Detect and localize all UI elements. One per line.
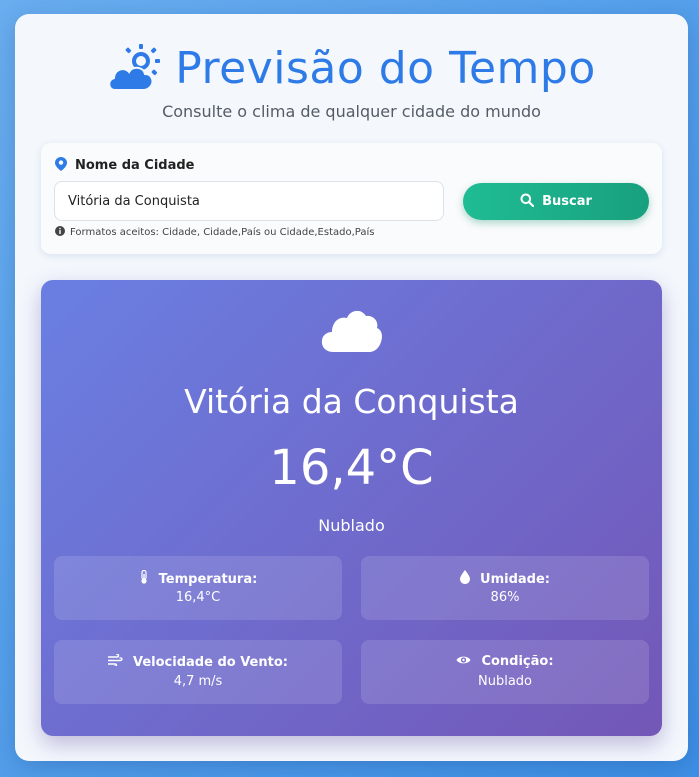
- detail-temperature-head: Temperatura:: [54, 569, 342, 588]
- detail-wind-value: 4,7 m/s: [173, 674, 223, 689]
- format-hint-text: Formatos aceitos: Cidade, Cidade,País ou…: [70, 227, 375, 238]
- city-label-row: Nome da Cidade: [55, 156, 195, 175]
- detail-wind-label: Velocidade do Vento:: [133, 654, 288, 670]
- page-header: Previsão do Tempo Consulte o clima de qu…: [15, 42, 688, 121]
- title-row: Previsão do Tempo: [15, 42, 688, 94]
- current-temperature: 16,4°C: [269, 440, 434, 496]
- detail-condition: Condição: Nublado: [361, 640, 649, 704]
- city-label: Nome da Cidade: [75, 158, 195, 173]
- weather-condition: Nublado: [318, 516, 385, 535]
- search-button[interactable]: Buscar: [463, 183, 649, 220]
- detail-condition-value: Nublado: [478, 674, 532, 689]
- page-subtitle: Consulte o clima de qualquer cidade do m…: [162, 102, 541, 121]
- search-card: Nome da Cidade Buscar Formatos aceitos: …: [41, 143, 662, 254]
- detail-humidity-head: Umidade:: [361, 570, 649, 588]
- page-title: Previsão do Tempo: [175, 42, 596, 94]
- city-name: Vitória da Conquista: [184, 382, 519, 421]
- cloud-sun-icon: [107, 44, 161, 92]
- droplet-icon: [460, 570, 471, 588]
- detail-temperature: Temperatura: 16,4°C: [54, 556, 342, 620]
- search-button-label: Buscar: [542, 194, 592, 209]
- format-hint: Formatos aceitos: Cidade, Cidade,País ou…: [55, 226, 374, 239]
- weather-result-card: Vitória da Conquista 16,4°C Nublado Temp…: [41, 280, 662, 736]
- app-container: Previsão do Tempo Consulte o clima de qu…: [15, 14, 688, 761]
- search-icon: [520, 193, 535, 211]
- thermometer-icon: [139, 569, 149, 588]
- detail-humidity-value: 86%: [490, 590, 520, 605]
- eye-icon: [456, 654, 471, 669]
- detail-condition-head: Condição:: [361, 654, 649, 669]
- detail-wind-head: Velocidade do Vento:: [54, 653, 342, 670]
- info-icon: [55, 226, 65, 239]
- wind-icon: [107, 653, 123, 670]
- map-pin-icon: [55, 156, 67, 175]
- detail-temperature-label: Temperatura:: [158, 571, 258, 587]
- detail-temperature-value: 16,4°C: [175, 590, 221, 605]
- detail-humidity-label: Umidade:: [480, 571, 550, 587]
- cloud-icon: [321, 306, 383, 358]
- detail-humidity: Umidade: 86%: [361, 556, 649, 620]
- city-input[interactable]: [54, 181, 444, 221]
- detail-condition-label: Condição:: [481, 654, 554, 669]
- detail-wind: Velocidade do Vento: 4,7 m/s: [54, 640, 342, 704]
